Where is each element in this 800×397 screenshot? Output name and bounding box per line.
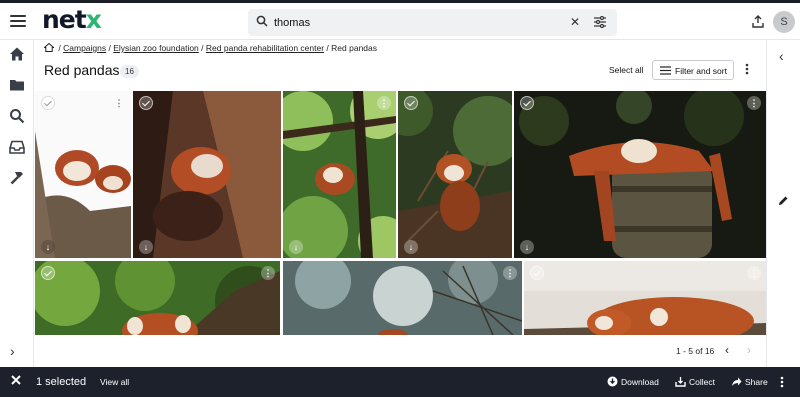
breadcrumb-separator: / (326, 43, 329, 53)
tile-download-icon[interactable]: ↓ (41, 240, 55, 254)
tile-more-icon[interactable]: ⋮ (112, 96, 126, 110)
breadcrumb: / Campaigns / Elysian zoo foundation / R… (44, 43, 377, 53)
hammer-icon[interactable] (9, 170, 25, 186)
select-checkbox[interactable] (139, 96, 153, 110)
netx-logo[interactable]: netx (42, 5, 102, 34)
collect-icon (675, 377, 686, 387)
asset-thumbnail (35, 261, 280, 335)
view-all-button[interactable]: View all (100, 377, 129, 387)
asset-tile[interactable]: ↓ (398, 91, 512, 258)
asset-thumbnail (514, 91, 766, 258)
search-filter-icon[interactable] (594, 16, 606, 28)
upload-icon[interactable] (752, 15, 764, 28)
asset-tile[interactable]: ⋮ ↓ (514, 91, 766, 258)
previous-page-icon[interactable]: ‹ (725, 343, 729, 357)
selected-count: 1 selected (36, 376, 87, 388)
inbox-icon[interactable] (9, 139, 25, 155)
folder-icon[interactable] (9, 77, 25, 93)
left-nav: › (0, 40, 34, 367)
asset-tile[interactable]: ⋮ (283, 261, 522, 335)
share-label: Share (745, 377, 768, 387)
user-avatar[interactable]: S (773, 11, 795, 33)
select-checkbox[interactable] (520, 96, 534, 110)
asset-tile[interactable]: ⋮ (35, 261, 280, 335)
tile-more-icon[interactable]: ⋮ (377, 96, 391, 110)
more-options-icon[interactable] (745, 63, 749, 75)
breadcrumb-separator: / (58, 43, 61, 53)
selection-bar: 1 selected View all Download Collect Sha… (0, 367, 800, 397)
asset-thumbnail (283, 91, 396, 258)
chevron-left-icon[interactable]: ‹ (779, 48, 784, 64)
asset-thumbnail (133, 91, 281, 258)
search-icon (256, 15, 268, 27)
tile-more-icon[interactable]: ⋮ (747, 96, 761, 110)
tile-download-icon[interactable]: ↓ (289, 240, 303, 254)
more-actions-icon[interactable] (780, 376, 784, 388)
share-icon (732, 377, 742, 386)
breadcrumb-home-icon[interactable] (44, 43, 54, 52)
asset-thumbnail (524, 261, 766, 335)
tile-download-icon[interactable]: ↓ (139, 240, 153, 254)
collect-label: Collect (689, 377, 715, 387)
search-input[interactable] (274, 13, 554, 32)
breadcrumb-separator: / (108, 43, 111, 53)
close-icon[interactable] (10, 374, 22, 386)
breadcrumb-campaigns[interactable]: Campaigns (63, 43, 106, 53)
filter-icon (660, 66, 671, 75)
select-all-button[interactable]: Select all (609, 65, 644, 75)
breadcrumb-separator: / (201, 43, 204, 53)
breadcrumb-elysian-zoo[interactable]: Elysian zoo foundation (113, 43, 199, 53)
tile-more-icon[interactable]: ⋮ (503, 266, 517, 280)
top-bar: netx ✕ S (0, 0, 800, 40)
page-title: Red pandas (44, 62, 120, 78)
search-icon[interactable] (9, 108, 25, 124)
select-checkbox[interactable] (530, 266, 544, 280)
tile-download-icon[interactable]: ↓ (520, 240, 534, 254)
asset-thumbnail (398, 91, 512, 258)
asset-tile[interactable]: ⋮ (524, 261, 766, 335)
breadcrumb-rehab-center[interactable]: Red panda rehabilitation center (206, 43, 324, 53)
asset-thumbnail (283, 261, 522, 335)
asset-tile[interactable]: ⋮ ↓ (35, 91, 131, 258)
main-content: / Campaigns / Elysian zoo foundation / R… (34, 40, 766, 367)
select-checkbox[interactable] (41, 96, 55, 110)
clear-search-icon[interactable]: ✕ (570, 15, 580, 29)
tile-more-icon[interactable]: ⋮ (747, 266, 761, 280)
breadcrumb-current: Red pandas (331, 43, 378, 53)
asset-tile[interactable]: ↓ (133, 91, 281, 258)
select-checkbox[interactable] (404, 96, 418, 110)
asset-tile[interactable]: ⋮ ↓ (283, 91, 396, 258)
select-checkbox[interactable] (41, 266, 55, 280)
menu-icon[interactable] (10, 12, 26, 30)
right-rail: ‹ (766, 40, 800, 367)
pagination-label: 1 - 5 of 16 (676, 346, 715, 356)
home-icon[interactable] (9, 46, 25, 62)
search-bar: ✕ (248, 9, 617, 36)
pencil-icon[interactable] (778, 195, 789, 206)
tile-download-icon[interactable]: ↓ (404, 240, 418, 254)
asset-thumbnail (35, 91, 131, 258)
tile-more-icon[interactable]: ⋮ (261, 266, 275, 280)
filter-sort-label: Filter and sort (675, 66, 727, 76)
filter-sort-button[interactable]: Filter and sort (652, 60, 734, 80)
download-icon (607, 376, 618, 387)
download-label: Download (621, 377, 659, 387)
next-page-icon[interactable]: › (747, 343, 751, 357)
expand-nav-icon[interactable]: › (10, 343, 15, 359)
asset-count-badge: 16 (120, 65, 139, 78)
